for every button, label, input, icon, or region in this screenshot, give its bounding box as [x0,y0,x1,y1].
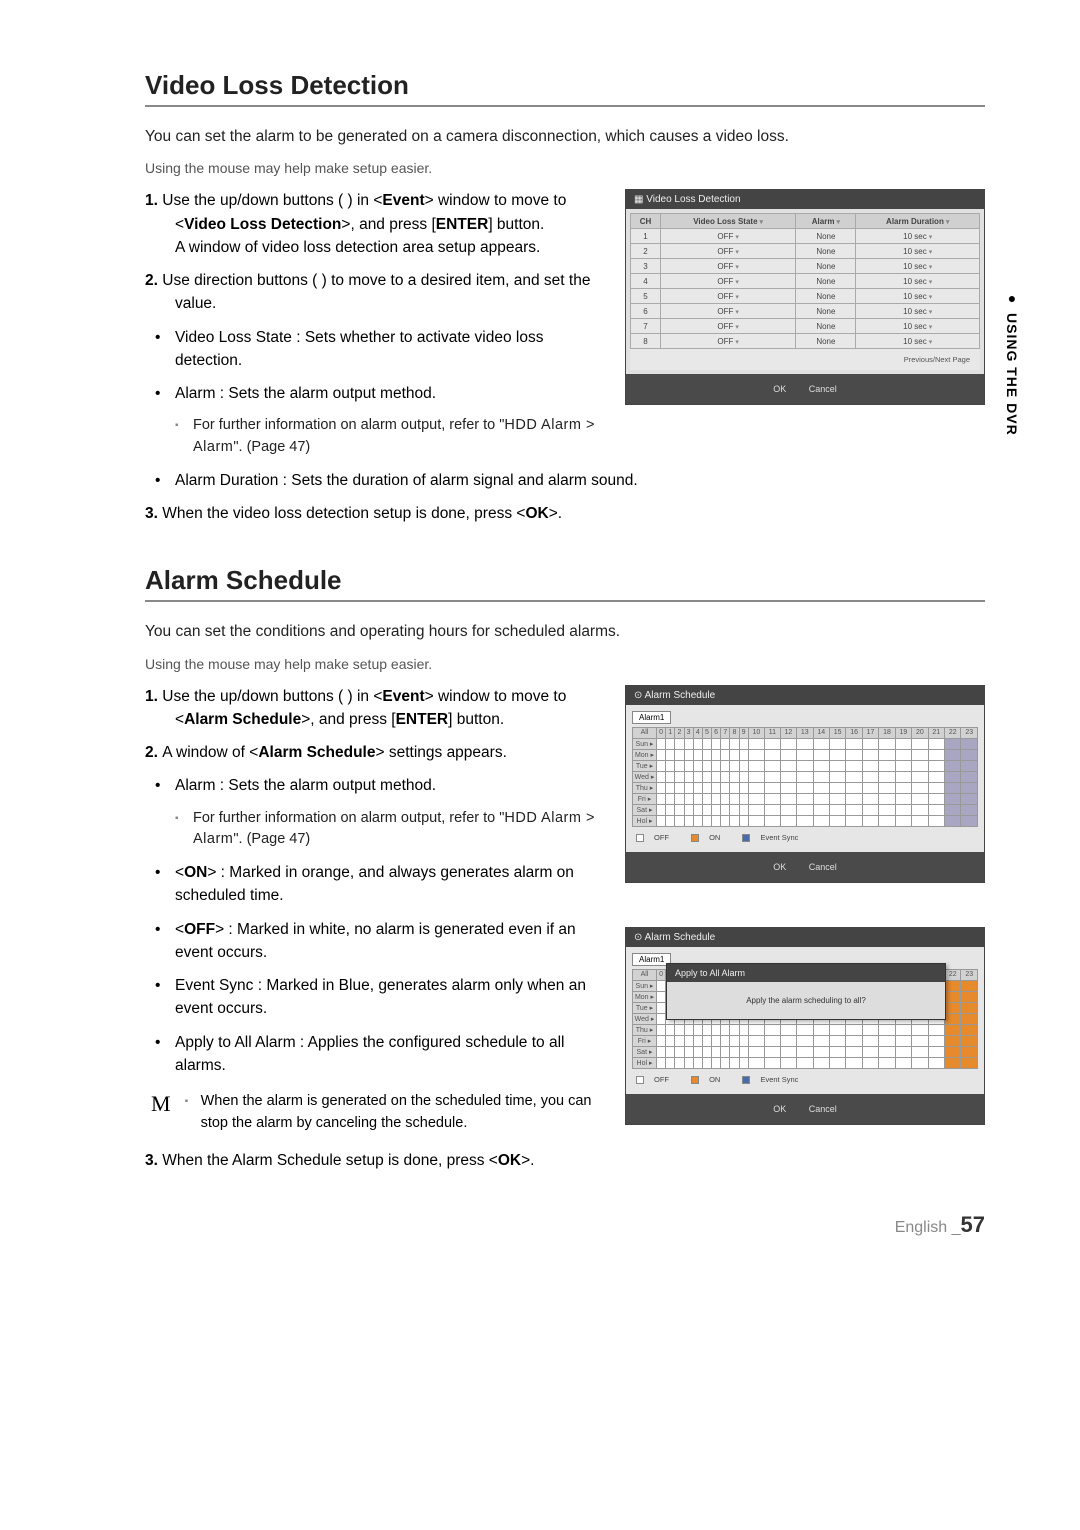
sub-hdd-1: For further information on alarm output,… [145,415,605,459]
step1: 1. Use the up/down buttons ( ) in <Event… [145,189,605,259]
cancel-button[interactable]: Cancel [809,862,837,872]
popup-title: Apply to All Alarm [667,964,945,982]
s2-bul2: <ON> : Marked in orange, and always gene… [145,861,605,908]
ok-button[interactable]: OK [773,1104,786,1114]
heading-alarm-schedule: Alarm Schedule [145,565,985,596]
mouse-hint-2: Using the mouse may help make setup easi… [145,654,985,675]
step3: 3. When the video loss detection setup i… [145,502,985,525]
s2-step2: 2. A window of <Alarm Schedule> settings… [145,741,605,764]
cancel-button[interactable]: Cancel [809,1104,837,1114]
sub-hdd-2: For further information on alarm output,… [145,808,605,852]
s2-step1: 1. Use the up/down buttons ( ) in <Event… [145,685,605,732]
side-tab: USING THE DVR [1004,290,1020,436]
table-row: 2OFF▾None10 sec▾ [631,244,980,259]
s2-bul1: Alarm : Sets the alarm output method. [145,774,605,797]
s2-bul4: Event Sync : Marked in Blue, generates a… [145,974,605,1021]
cancel-button[interactable]: Cancel [809,384,837,394]
table-row: 8OFF▾None10 sec▾ [631,334,980,349]
table-row: 1OFF▾None10 sec▾ [631,229,980,244]
heading-video-loss: Video Loss Detection [145,70,985,101]
popup-msg: Apply the alarm scheduling to all? [667,982,945,1019]
bullet-state: Video Loss State : Sets whether to activ… [145,326,605,373]
ok-button[interactable]: OK [773,384,786,394]
table-row: 7OFF▾None10 sec▾ [631,319,980,334]
sched-panel-2: ⊙ Alarm Schedule Alarm1 All0123456789101… [625,927,985,1125]
intro-1: You can set the alarm to be generated on… [145,125,985,148]
note-m: M When the alarm is generated on the sch… [151,1091,605,1135]
vld-panel-title: ▦ Video Loss Detection [626,190,984,209]
bullet-alarm: Alarm : Sets the alarm output method. [145,382,605,405]
alarm-select[interactable]: Alarm1 [632,711,671,724]
intro-2: You can set the conditions and operating… [145,620,985,643]
sched-panel-1: ⊙ Alarm Schedule Alarm1 All0123456789101… [625,685,985,883]
step2: 2. Use direction buttons ( ) to move to … [145,269,605,316]
apply-all-popup: Apply to All Alarm Apply the alarm sched… [666,963,946,1020]
prev-next[interactable]: Previous/Next Page [630,349,980,370]
vld-table[interactable]: CH Video Loss State▾ Alarm▾ Alarm Durati… [630,213,980,349]
page-footer: English _57 [145,1182,985,1238]
schedule-grid[interactable]: All0123456789101112131415161718192021222… [632,727,978,827]
bullet-duration: Alarm Duration : Sets the duration of al… [145,469,985,492]
table-row: 4OFF▾None10 sec▾ [631,274,980,289]
s2-bul5: Apply to All Alarm : Applies the configu… [145,1031,605,1078]
table-row: 5OFF▾None10 sec▾ [631,289,980,304]
s2-bul3: <OFF> : Marked in white, no alarm is gen… [145,918,605,965]
table-row: 3OFF▾None10 sec▾ [631,259,980,274]
ok-button[interactable]: OK [773,862,786,872]
table-row: 6OFF▾None10 sec▾ [631,304,980,319]
vld-panel: ▦ Video Loss Detection CH Video Loss Sta… [625,189,985,405]
mouse-hint-1: Using the mouse may help make setup easi… [145,158,985,179]
s2-step3: 3. When the Alarm Schedule setup is done… [145,1149,605,1172]
